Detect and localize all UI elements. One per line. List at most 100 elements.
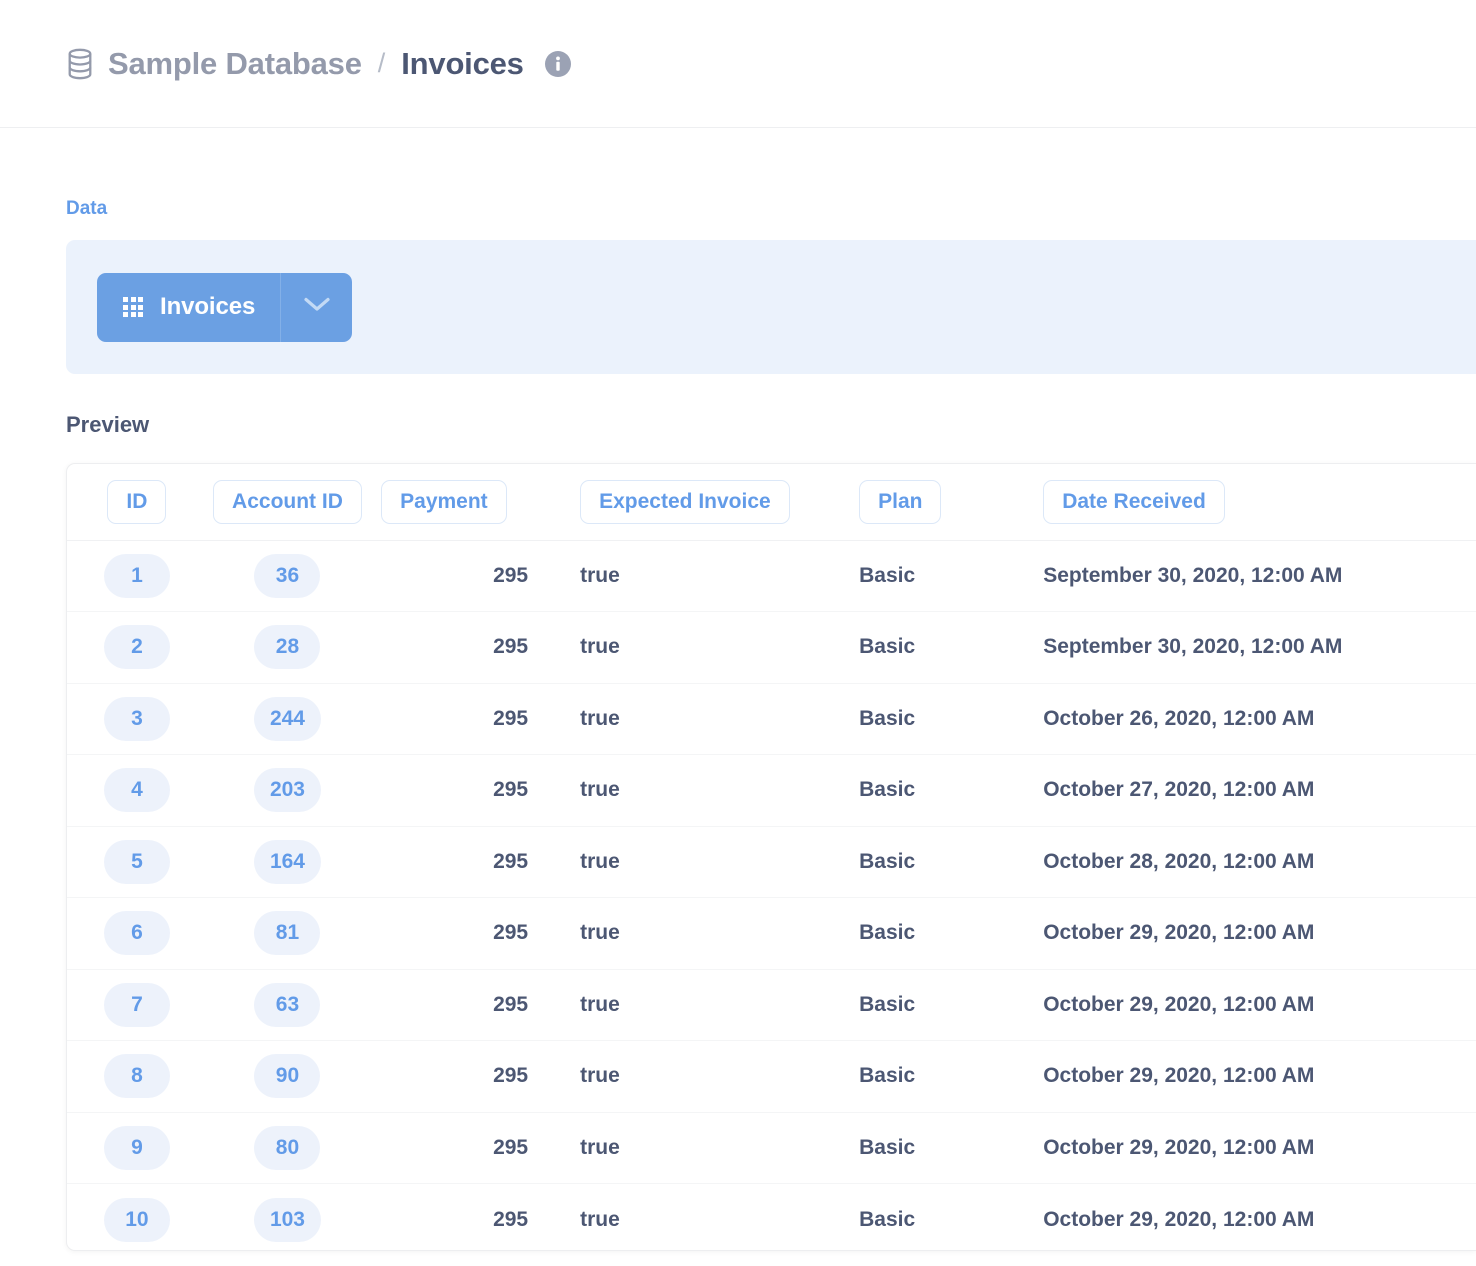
cell-payment-value: 295 (493, 1064, 528, 1087)
cell-plan-value: Basic (859, 564, 915, 587)
cell-account-id-value[interactable]: 90 (254, 1054, 320, 1098)
cell-id-value[interactable]: 6 (104, 911, 170, 955)
cell-account-id-value[interactable]: 203 (254, 768, 321, 812)
table-select-label: Invoices (160, 293, 255, 321)
cell-plan: Basic (852, 755, 1024, 827)
cell-account-id: 203 (207, 755, 368, 827)
column-header-cell-payment: Payment (368, 464, 567, 540)
cell-account-id-value[interactable]: 36 (254, 554, 320, 598)
cell-expected-invoice: true (567, 1041, 852, 1113)
column-header-plan[interactable]: Plan (859, 480, 941, 524)
cell-payment-value: 295 (493, 707, 528, 730)
cell-payment: 295 (368, 683, 567, 755)
table-row[interactable]: 980295trueBasicOctober 29, 2020, 12:00 A… (67, 1112, 1476, 1184)
column-header-date-received[interactable]: Date Received (1043, 480, 1225, 524)
database-icon (66, 48, 94, 80)
cell-payment-value: 295 (493, 850, 528, 873)
cell-id-value[interactable]: 1 (104, 554, 170, 598)
cell-id-value[interactable]: 9 (104, 1126, 170, 1170)
page-title: Invoices (401, 46, 523, 82)
cell-date-received-value: October 27, 2020, 12:00 AM (1043, 778, 1314, 801)
breadcrumb-database-link[interactable]: Sample Database (108, 46, 362, 82)
cell-date-received-value: September 30, 2020, 12:00 AM (1043, 564, 1342, 587)
cell-expected-invoice-value: true (580, 850, 620, 873)
cell-id-value[interactable]: 2 (104, 625, 170, 669)
info-icon[interactable] (545, 51, 571, 77)
cell-plan-value: Basic (859, 850, 915, 873)
cell-account-id-value[interactable]: 244 (254, 697, 321, 741)
cell-plan-value: Basic (859, 1208, 915, 1231)
preview-table: ID Account ID Payment Expected Invoice P… (67, 464, 1476, 1251)
cell-payment: 295 (368, 1184, 567, 1252)
cell-payment: 295 (368, 898, 567, 970)
cell-account-id-value[interactable]: 28 (254, 625, 320, 669)
cell-id: 6 (67, 898, 207, 970)
cell-date-received-value: October 29, 2020, 12:00 AM (1043, 993, 1314, 1016)
cell-account-id: 63 (207, 969, 368, 1041)
data-panel: Invoices (66, 240, 1476, 374)
cell-plan: Basic (852, 683, 1024, 755)
cell-account-id: 36 (207, 540, 368, 612)
table-header-row: ID Account ID Payment Expected Invoice P… (67, 464, 1476, 540)
cell-plan: Basic (852, 826, 1024, 898)
cell-expected-invoice-value: true (580, 707, 620, 730)
cell-id-value[interactable]: 4 (104, 768, 170, 812)
cell-expected-invoice: true (567, 540, 852, 612)
cell-expected-invoice-value: true (580, 1136, 620, 1159)
cell-account-id: 28 (207, 612, 368, 684)
cell-date-received: October 28, 2020, 12:00 AM (1024, 826, 1476, 898)
cell-account-id-value[interactable]: 63 (254, 983, 320, 1027)
table-row[interactable]: 3244295trueBasicOctober 26, 2020, 12:00 … (67, 683, 1476, 755)
cell-id: 4 (67, 755, 207, 827)
cell-plan: Basic (852, 1041, 1024, 1113)
table-select-button[interactable]: Invoices (97, 273, 352, 342)
breadcrumb: Sample Database / Invoices (66, 46, 571, 82)
table-row[interactable]: 8 90 295 true Basic October 29, 2020, 12:00 A… (67, 1041, 1476, 1113)
cell-id: 8 (67, 1041, 207, 1113)
cell-expected-invoice: true (567, 969, 852, 1041)
cell-plan: Basic (852, 612, 1024, 684)
column-header-cell-expected-invoice: Expected Invoice (567, 464, 852, 540)
column-header-payment[interactable]: Payment (381, 480, 507, 524)
cell-payment: 295 (368, 826, 567, 898)
cell-account-id: 80 (207, 1112, 368, 1184)
cell-date-received-value: September 30, 2020, 12:00 AM (1043, 635, 1342, 658)
cell-plan-value: Basic (859, 635, 915, 658)
cell-id-value[interactable]: 5 (104, 840, 170, 884)
table-row[interactable]: 10 103 295 true Basic October 29, 2020, 12:00… (67, 1184, 1476, 1252)
table-body: 136295trueBasicSeptember 30, 2020, 12:00… (67, 540, 1476, 1251)
cell-plan: Basic (852, 969, 1024, 1041)
cell-id: 5 (67, 826, 207, 898)
table-row[interactable]: 136295trueBasicSeptember 30, 2020, 12:00… (67, 540, 1476, 612)
cell-plan-value: Basic (859, 1064, 915, 1087)
cell-payment-value: 295 (493, 993, 528, 1016)
cell-account-id-value[interactable]: 103 (254, 1198, 321, 1242)
table-row[interactable]: 681295trueBasicOctober 29, 2020, 12:00 A… (67, 898, 1476, 970)
cell-date-received: October 29, 2020, 12:00 AM (1024, 898, 1476, 970)
cell-id-value[interactable]: 8 (104, 1054, 170, 1098)
cell-id-value[interactable]: 10 (104, 1198, 170, 1242)
cell-id: 9 (67, 1112, 207, 1184)
column-header-cell-id: ID (67, 464, 207, 540)
table-select-main[interactable]: Invoices (97, 273, 280, 342)
cell-expected-invoice: true (567, 1184, 852, 1252)
column-header-expected-invoice[interactable]: Expected Invoice (580, 480, 790, 524)
cell-account-id-value[interactable]: 164 (254, 840, 321, 884)
cell-date-received: October 29, 2020, 12:00 AM (1024, 1184, 1476, 1252)
table-row[interactable]: 7 63 295 trueBasic October 29, 2020, 12:00 A… (67, 969, 1476, 1041)
cell-account-id-value[interactable]: 80 (254, 1126, 320, 1170)
cell-date-received: September 30, 2020, 12:00 AM (1024, 540, 1476, 612)
cell-date-received: October 29, 2020, 12:00 AM (1024, 1041, 1476, 1113)
cell-account-id-value[interactable]: 81 (254, 911, 320, 955)
table-row[interactable]: 5 164 295 true Basic October 28, 2020, 12:00 … (67, 826, 1476, 898)
table-row[interactable]: 4203295trueBasicOctober 27, 2020, 12:00 … (67, 755, 1476, 827)
cell-date-received-value: October 29, 2020, 12:00 AM (1043, 1208, 1314, 1231)
cell-id-value[interactable]: 7 (104, 983, 170, 1027)
cell-payment-value: 295 (493, 1208, 528, 1231)
cell-id-value[interactable]: 3 (104, 697, 170, 741)
cell-expected-invoice: true (567, 683, 852, 755)
table-select-dropdown[interactable] (280, 273, 352, 342)
column-header-account-id[interactable]: Account ID (213, 480, 362, 524)
column-header-id[interactable]: ID (107, 480, 166, 524)
table-row[interactable]: 228295trueBasicSeptember 30, 2020, 12:00… (67, 612, 1476, 684)
